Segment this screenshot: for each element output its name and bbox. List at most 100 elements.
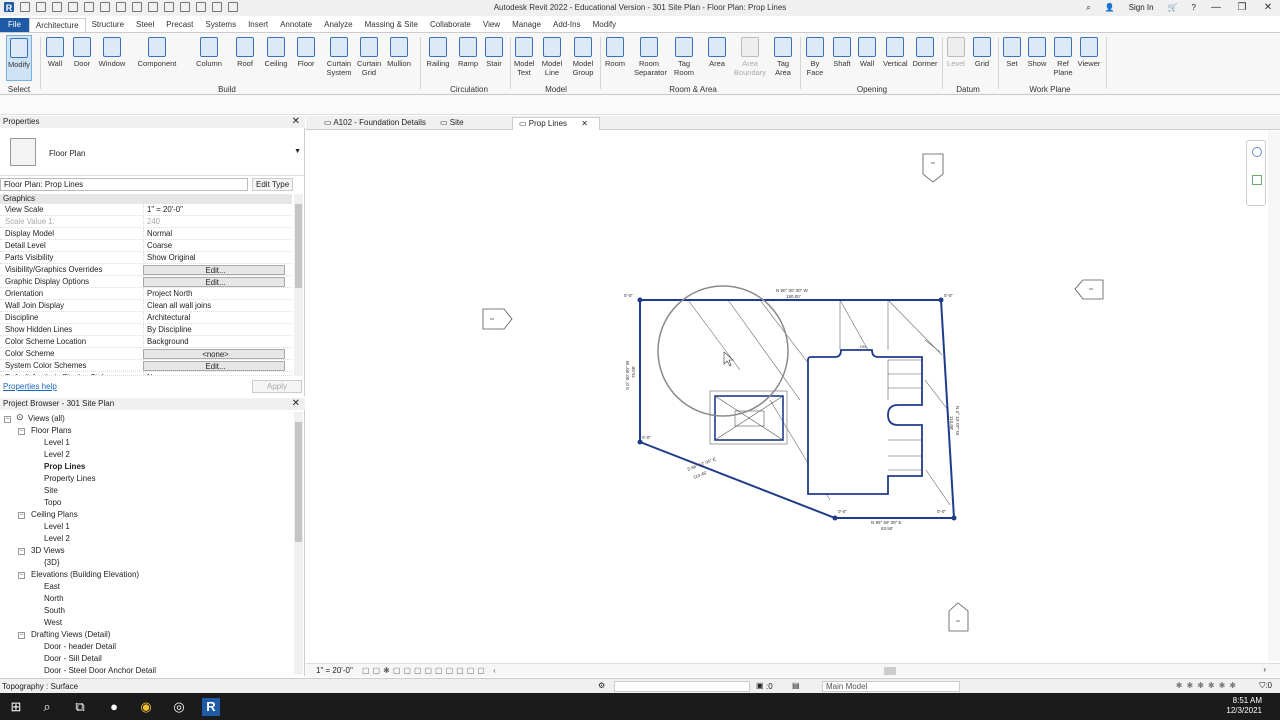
elevation-marker-south[interactable] — [948, 602, 969, 632]
browser-view-item[interactable]: Prop Lines — [44, 462, 85, 471]
room-button[interactable]: Room — [604, 35, 626, 81]
tree-expander[interactable]: − — [4, 416, 11, 423]
chrome-icon[interactable]: ◉ — [137, 698, 155, 716]
property-value[interactable]: Background — [143, 336, 285, 348]
app-icon[interactable]: ◎ — [170, 698, 188, 716]
browser-view-item[interactable]: Level 1 — [44, 522, 70, 531]
modify-button[interactable]: Modify — [6, 35, 32, 81]
browser-view-item[interactable]: Door - Steel Door Anchor Detail — [44, 666, 156, 675]
edit-type-button[interactable]: Edit Type — [252, 178, 294, 191]
window-button[interactable]: Window — [98, 35, 126, 81]
search-icon[interactable]: ⌕ — [38, 698, 56, 716]
browser-view-item[interactable]: Topo — [44, 498, 61, 507]
room-separator-button[interactable]: Room Separator — [634, 35, 667, 81]
filter-icon[interactable]: ▤ — [792, 681, 800, 690]
browser-view-item[interactable]: Level 2 — [44, 534, 70, 543]
view-control-icons[interactable]: ▢▢✱▢▢▢▢▢▢▢▢▢ ‹ — [362, 666, 499, 675]
viewer-button[interactable]: Viewer — [1077, 35, 1101, 81]
browser-view-item[interactable]: Door - Sill Detail — [44, 654, 102, 663]
tree-expander[interactable]: − — [18, 512, 25, 519]
navigation-bar[interactable] — [1246, 140, 1266, 206]
mullion-button[interactable]: Mullion — [385, 35, 413, 81]
curtain-system-button[interactable]: Curtain System — [326, 35, 352, 81]
sign-in-link[interactable]: Sign In — [1129, 3, 1154, 12]
property-value[interactable]: Normal — [143, 228, 285, 240]
maximize-button[interactable]: ❐ — [1236, 2, 1248, 13]
property-value[interactable]: Show Original — [143, 252, 285, 264]
close-tab-icon[interactable]: ✕ — [579, 119, 588, 128]
browser-group-item[interactable]: Drafting Views (Detail) — [31, 630, 110, 639]
worksets-icon[interactable]: ⚙ — [598, 681, 605, 690]
tab-systems[interactable]: Systems — [199, 18, 242, 32]
selection-options-icons[interactable]: ✱✱✱✱✱✱ — [1176, 681, 1240, 690]
browser-view-item[interactable]: North — [44, 594, 64, 603]
help-icon[interactable]: ? — [1192, 3, 1196, 12]
model-group-button[interactable]: Model Group — [570, 35, 596, 81]
model-text-button[interactable]: Model Text — [514, 35, 534, 81]
browser-view-item[interactable]: Level 1 — [44, 438, 70, 447]
property-value[interactable]: None — [143, 372, 285, 375]
task-view-icon[interactable]: ⧉ — [71, 698, 89, 716]
tab-modify[interactable]: Modify — [587, 18, 623, 32]
property-edit-button[interactable]: Edit... — [143, 361, 285, 371]
view-tab[interactable]: ▭ Prop Lines ✕ — [512, 117, 600, 130]
browser-view-item[interactable]: Site — [44, 486, 58, 495]
drawing-canvas[interactable]: DN N 90° 00' 00" W 180.00' S 0° 00' 00" … — [306, 131, 1268, 661]
browser-view-item[interactable]: South — [44, 606, 65, 615]
select-dropdown[interactable]: Select — [4, 85, 34, 94]
tab-massing-site[interactable]: Massing & Site — [359, 18, 424, 32]
garage-structure[interactable] — [709, 390, 788, 445]
area-boundary-button[interactable]: Area Boundary — [733, 35, 767, 81]
tag-room-button[interactable]: Tag Room — [673, 35, 695, 81]
component-button[interactable]: Component — [136, 35, 178, 81]
filter-count-icon[interactable]: ⛉:0 — [1259, 681, 1272, 691]
browser-view-item[interactable]: East — [44, 582, 60, 591]
property-value[interactable]: Clean all wall joins — [143, 300, 285, 312]
close-icon[interactable]: ✕ — [292, 398, 300, 409]
browser-view-item[interactable]: Property Lines — [44, 474, 96, 483]
workset-selector[interactable] — [614, 681, 750, 692]
tab-manage[interactable]: Manage — [506, 18, 547, 32]
browser-group-item[interactable]: Elevations (Building Elevation) — [31, 570, 139, 579]
apply-button[interactable]: Apply — [252, 380, 302, 393]
ceiling-button[interactable]: Ceiling — [263, 35, 289, 81]
property-value[interactable]: Coarse — [143, 240, 285, 252]
vertical-scrollbar[interactable] — [1268, 131, 1280, 661]
tab-annotate[interactable]: Annotate — [274, 18, 318, 32]
tree-expander[interactable]: − — [18, 572, 25, 579]
search-icon[interactable]: ⌕ — [1086, 3, 1090, 13]
browser-group-item[interactable]: Floor Plans — [31, 426, 71, 435]
roof-button[interactable]: Roof — [236, 35, 254, 81]
tree-expander[interactable]: − — [18, 632, 25, 639]
revit-taskbar-icon[interactable]: R — [202, 698, 220, 716]
grid-button[interactable]: Grid — [972, 35, 992, 81]
editable-only-icon[interactable]: ▣ — [756, 681, 764, 690]
browser-scrollbar[interactable] — [294, 412, 303, 674]
close-window-button[interactable]: ✕ — [1262, 2, 1274, 13]
tree-expander[interactable]: − — [18, 548, 25, 555]
model-line-button[interactable]: Model Line — [541, 35, 563, 81]
browser-view-item[interactable]: {3D} — [44, 558, 60, 567]
property-value[interactable]: By Discipline — [143, 324, 285, 336]
browser-group-item[interactable]: 3D Views — [31, 546, 65, 555]
instance-selector[interactable]: Floor Plan: Prop Lines — [0, 178, 248, 191]
elevation-marker-east[interactable] — [1074, 279, 1104, 300]
tab-analyze[interactable]: Analyze — [318, 18, 358, 32]
chevron-down-icon[interactable]: ▼ — [294, 148, 301, 155]
windows-start-icon[interactable]: ⊞ — [7, 698, 25, 716]
stair-button[interactable]: Stair — [483, 35, 505, 81]
property-edit-button[interactable]: <none> — [143, 349, 285, 359]
curtain-grid-button[interactable]: Curtain Grid — [357, 35, 381, 81]
type-selector[interactable]: Floor Plan ▼ — [0, 130, 305, 176]
design-option-selector[interactable]: Main Model — [822, 681, 960, 692]
browser-group-item[interactable]: Views (all) — [28, 414, 65, 423]
tab-structure[interactable]: Structure — [86, 18, 130, 32]
ramp-button[interactable]: Ramp — [458, 35, 478, 81]
cart-icon[interactable]: 🛒 — [1168, 3, 1178, 12]
door-button[interactable]: Door — [72, 35, 92, 81]
elevation-marker-north[interactable] — [922, 153, 944, 183]
tab-steel[interactable]: Steel — [130, 18, 160, 32]
user-icon[interactable]: 👤 — [1105, 3, 1115, 12]
close-icon[interactable]: ✕ — [292, 116, 300, 127]
building-footprint[interactable] — [807, 349, 923, 495]
